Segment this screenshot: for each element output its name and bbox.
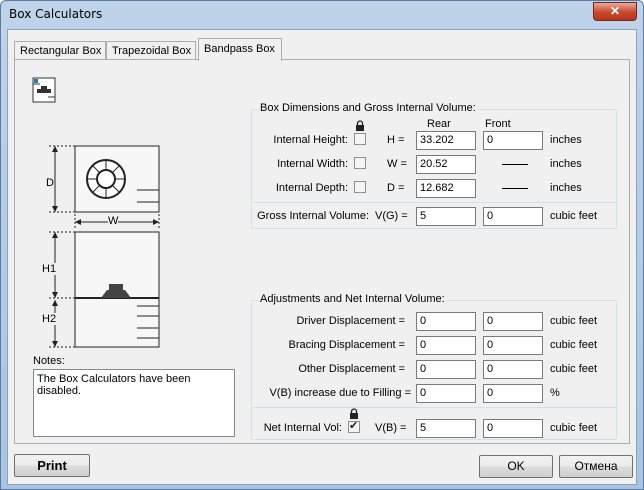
- dim-h2-label: H2: [42, 313, 57, 325]
- height-label: Internal Height:: [273, 134, 348, 146]
- gross-volume-symbol: V(G) =: [375, 210, 408, 222]
- gross-volume-rear-input[interactable]: 5: [416, 207, 476, 226]
- gross-volume-unit: cubic feet: [550, 210, 598, 222]
- gross-volume-label: Gross Internal Volume:: [257, 210, 369, 222]
- tab-rectangular-box[interactable]: Rectangular Box: [14, 41, 106, 60]
- depth-label: Internal Depth:: [275, 182, 348, 194]
- other-displacement-unit: cubic feet: [550, 363, 598, 375]
- bandpass-tab-panel: D W H1 H2 Notes: The Box Calculators hav…: [14, 59, 630, 444]
- adjustments-legend: Adjustments and Net Internal Volume:: [258, 293, 447, 305]
- depth-lock-checkbox[interactable]: [354, 181, 366, 193]
- width-symbol: W =: [387, 158, 407, 170]
- other-displacement-front-input[interactable]: 0: [483, 360, 543, 379]
- client-area: Rectangular Box Trapezoidal Box Bandpass…: [7, 29, 637, 485]
- notes-textbox[interactable]: The Box Calculators have been disabled.: [33, 369, 235, 437]
- bracing-displacement-front-input[interactable]: 0: [483, 336, 543, 355]
- depth-front-dash: [502, 188, 528, 189]
- width-front-dash: [502, 164, 528, 165]
- net-volume-unit: cubic feet: [550, 422, 598, 434]
- box-type-icon: [32, 77, 56, 103]
- filling-increase-unit: %: [550, 387, 560, 399]
- bracing-displacement-rear-input[interactable]: 0: [416, 336, 476, 355]
- depth-unit: inches: [550, 182, 582, 194]
- adjustments-separator: [252, 407, 616, 408]
- net-volume-symbol: V(B) =: [375, 422, 407, 434]
- cancel-button[interactable]: Отмена: [559, 455, 633, 478]
- notes-text: The Box Calculators have been disabled.: [37, 373, 191, 397]
- other-displacement-label: Other Displacement =: [298, 363, 405, 375]
- tab-label: Bandpass Box: [204, 43, 275, 55]
- bandpass-box-diagram: [49, 145, 160, 348]
- gross-volume-front-input[interactable]: 0: [483, 207, 543, 226]
- filling-increase-front-input[interactable]: 0: [483, 384, 543, 403]
- other-displacement-rear-input[interactable]: 0: [416, 360, 476, 379]
- tab-trapezoidal-box[interactable]: Trapezoidal Box: [106, 41, 196, 60]
- dim-h1-label: H1: [42, 263, 57, 275]
- tab-label: Rectangular Box: [20, 45, 102, 57]
- close-button[interactable]: ✕: [593, 2, 637, 21]
- col-front-header: Front: [485, 118, 511, 130]
- filling-increase-label: V(B) increase due to Filling =: [269, 387, 411, 399]
- height-unit: inches: [550, 134, 582, 146]
- height-lock-checkbox[interactable]: [354, 133, 366, 145]
- width-rear-input[interactable]: 20.52: [416, 155, 476, 174]
- bracing-displacement-label: Bracing Displacement =: [288, 339, 405, 351]
- lock-icon: [356, 120, 364, 131]
- depth-rear-input[interactable]: 12.682: [416, 179, 476, 198]
- driver-displacement-label: Driver Displacement =: [296, 315, 405, 327]
- net-volume-lock-checkbox[interactable]: [348, 419, 360, 433]
- bracing-displacement-unit: cubic feet: [550, 339, 598, 351]
- net-volume-label: Net Internal Vol:: [263, 422, 342, 434]
- dim-w-label: W: [108, 215, 119, 227]
- depth-symbol: D =: [387, 182, 405, 194]
- width-unit: inches: [550, 158, 582, 170]
- net-volume-front-input[interactable]: 0: [483, 419, 543, 438]
- close-icon: ✕: [609, 4, 621, 18]
- tab-label: Trapezoidal Box: [112, 45, 192, 57]
- net-lock-icon: [350, 408, 358, 419]
- height-front-input[interactable]: 0: [483, 131, 543, 150]
- ok-button[interactable]: OK: [479, 455, 553, 478]
- driver-displacement-unit: cubic feet: [550, 315, 598, 327]
- print-button[interactable]: Print: [14, 454, 90, 477]
- col-rear-header: Rear: [427, 118, 451, 130]
- height-symbol: H =: [387, 134, 405, 146]
- dimensions-legend: Box Dimensions and Gross Internal Volume…: [258, 102, 478, 114]
- width-lock-checkbox[interactable]: [354, 157, 366, 169]
- driver-displacement-front-input[interactable]: 0: [483, 312, 543, 331]
- notes-label: Notes:: [33, 355, 65, 367]
- width-label: Internal Width:: [277, 158, 348, 170]
- height-rear-input[interactable]: 33.202: [416, 131, 476, 150]
- title-bar[interactable]: Box Calculators ✕: [1, 1, 643, 29]
- net-volume-rear-input[interactable]: 5: [416, 419, 476, 438]
- driver-displacement-rear-input[interactable]: 0: [416, 312, 476, 331]
- window-title: Box Calculators: [9, 7, 103, 21]
- dialog-window: Box Calculators ✕ Rectangular Box Trapez…: [0, 0, 644, 490]
- dimensions-separator: [252, 202, 616, 203]
- dim-d-label: D: [46, 177, 54, 189]
- tab-bandpass-box[interactable]: Bandpass Box: [198, 38, 282, 61]
- filling-increase-rear-input[interactable]: 0: [416, 384, 476, 403]
